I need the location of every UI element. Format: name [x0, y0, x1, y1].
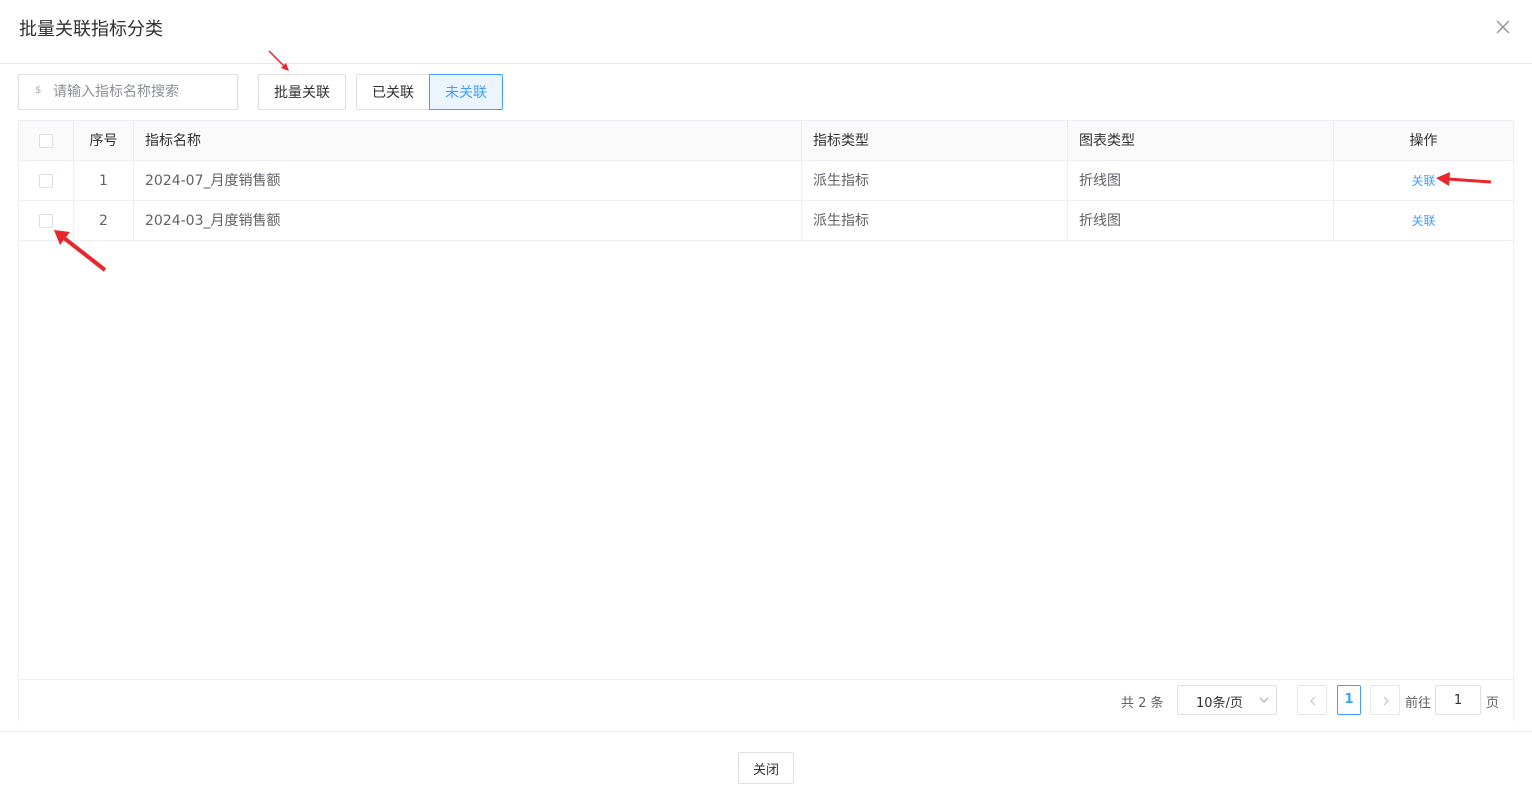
- dialog-title: 批量关联指标分类: [19, 19, 163, 40]
- filter-linked-button[interactable]: 已关联: [356, 74, 430, 110]
- row-chart-type: 折线图: [1068, 201, 1334, 241]
- row-type: 派生指标: [802, 201, 1068, 241]
- next-page-button[interactable]: [1370, 685, 1400, 715]
- page-size-select[interactable]: 10条/页: [1177, 685, 1277, 715]
- row-check-cell: [19, 201, 74, 241]
- row-index: 1: [74, 161, 134, 201]
- link-action[interactable]: 关联: [1411, 214, 1435, 228]
- header-type: 指标类型: [802, 121, 1068, 161]
- filter-unlinked-button[interactable]: 未关联: [429, 74, 503, 110]
- chevron-down-icon: [1259, 697, 1269, 703]
- link-action[interactable]: 关联: [1411, 174, 1435, 188]
- row-action-cell: 关联: [1334, 201, 1513, 241]
- batch-link-button[interactable]: 批量关联: [258, 74, 346, 110]
- search-box: $: [18, 74, 238, 110]
- row-action-cell: 关联: [1334, 161, 1513, 201]
- header-index: 序号: [74, 121, 134, 161]
- page-number-current[interactable]: 1: [1337, 685, 1361, 715]
- pagination: 共 2 条 10条/页 1 前往 页: [19, 679, 1513, 721]
- table-header: 序号 指标名称 指标类型 图表类型 操作: [19, 121, 1513, 161]
- close-button[interactable]: 关闭: [738, 752, 794, 784]
- dollar-icon: $: [35, 85, 42, 96]
- header-chart-type: 图表类型: [1068, 121, 1334, 161]
- row-index: 2: [74, 201, 134, 241]
- chevron-right-icon: [1383, 696, 1389, 706]
- header-name: 指标名称: [134, 121, 802, 161]
- close-icon[interactable]: [1494, 18, 1512, 36]
- select-all-checkbox[interactable]: [39, 134, 53, 148]
- row-type: 派生指标: [802, 161, 1068, 201]
- table-row: 2 2024-03_月度销售额 派生指标 折线图 关联: [19, 201, 1513, 241]
- header-check-cell: [19, 121, 74, 161]
- total-count: 共 2 条: [1121, 696, 1164, 711]
- goto-label: 前往: [1405, 696, 1432, 711]
- metrics-table: 序号 指标名称 指标类型 图表类型 操作 1 2024-07_月度销售额 派生指…: [18, 120, 1514, 721]
- header-action: 操作: [1409, 133, 1438, 149]
- row-name: 2024-03_月度销售额: [134, 201, 802, 241]
- footer-divider: [0, 731, 1532, 732]
- row-checkbox[interactable]: [39, 174, 53, 188]
- dialog-header: 批量关联指标分类: [0, 0, 1532, 64]
- prev-page-button[interactable]: [1297, 685, 1327, 715]
- table-row: 1 2024-07_月度销售额 派生指标 折线图 关联: [19, 161, 1513, 201]
- goto-page-input[interactable]: [1435, 685, 1481, 715]
- search-input[interactable]: [53, 75, 233, 109]
- row-checkbox[interactable]: [39, 214, 53, 228]
- row-chart-type: 折线图: [1068, 161, 1334, 201]
- goto-suffix: 页: [1486, 696, 1500, 711]
- row-name: 2024-07_月度销售额: [134, 161, 802, 201]
- chevron-left-icon: [1310, 696, 1316, 706]
- page-size-value: 10条/页: [1196, 696, 1243, 711]
- row-check-cell: [19, 161, 74, 201]
